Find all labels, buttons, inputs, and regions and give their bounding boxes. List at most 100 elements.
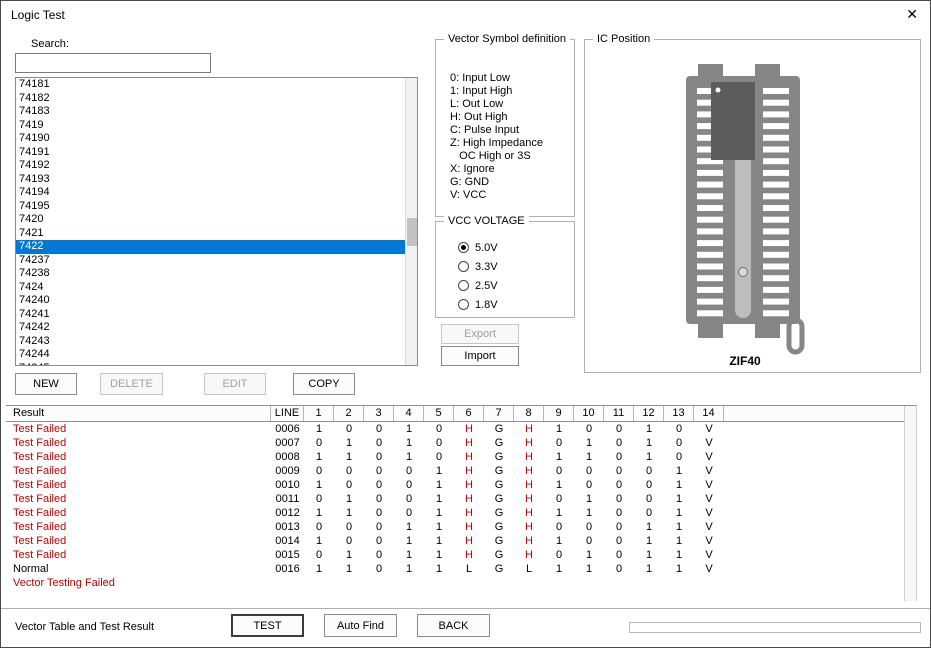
- export-button[interactable]: Export: [441, 324, 519, 344]
- table-row[interactable]: Test Failed 0015 0 1 0 1 1 H G H 0 1 0 1…: [6, 548, 916, 562]
- pin-cell: 0: [555, 549, 563, 561]
- line-cell: 0011: [275, 493, 300, 505]
- list-item[interactable]: 74243: [16, 335, 405, 349]
- list-item[interactable]: 74245: [16, 362, 405, 366]
- test-button[interactable]: TEST: [231, 614, 304, 637]
- part-listbox[interactable]: 74181 74182 74183 7419 74190 74191 74192…: [15, 77, 418, 366]
- pin-cell: 1: [405, 563, 413, 575]
- line-cell: 0012: [275, 507, 300, 519]
- table-row[interactable]: Test Failed 0011 0 1 0 0 1 H G H 0 1 0 0…: [6, 492, 916, 506]
- pin-cell: 1: [405, 535, 413, 547]
- table-row[interactable]: Test Failed 0009 0 0 0 0 1 H G H 0 0 0 0…: [6, 464, 916, 478]
- pin-cell: [304, 576, 334, 590]
- list-item[interactable]: 7424: [16, 281, 405, 295]
- vector-symbol-line: OC High or 3S: [450, 150, 531, 162]
- list-item[interactable]: 7420: [16, 213, 405, 227]
- copy-button[interactable]: COPY: [293, 373, 355, 395]
- table-row[interactable]: Vector Testing Failed: [6, 576, 916, 590]
- column-header[interactable]: 10: [574, 406, 604, 421]
- back-button[interactable]: BACK: [417, 614, 490, 637]
- auto-find-button[interactable]: Auto Find: [324, 614, 397, 637]
- list-item[interactable]: 7421: [16, 227, 405, 241]
- list-item[interactable]: 74242: [16, 321, 405, 335]
- list-item[interactable]: 74190: [16, 132, 405, 146]
- column-header[interactable]: 2: [334, 406, 364, 421]
- table-header[interactable]: Result LINE 1 2 3 4 5 6 7 8 9 10 11 12 1…: [6, 406, 916, 422]
- column-header[interactable]: LINE: [271, 406, 304, 421]
- vector-symbol-line: X: Ignore: [450, 163, 495, 175]
- pin-cell: H: [525, 437, 533, 449]
- list-item[interactable]: 74195: [16, 200, 405, 214]
- list-item[interactable]: 74183: [16, 105, 405, 119]
- radio-icon: [458, 280, 469, 291]
- table-scrollbar[interactable]: [904, 406, 916, 601]
- list-item[interactable]: 74191: [16, 146, 405, 160]
- logic-test-dialog: Logic Test ✕ Search: 74181 74182 74183 7…: [0, 0, 931, 648]
- pin-cell: H: [465, 479, 473, 491]
- table-row[interactable]: Test Failed 0013 0 0 0 1 1 H G H 0 0 0 1…: [6, 520, 916, 534]
- list-item[interactable]: 74238: [16, 267, 405, 281]
- pin-cell: 0: [405, 465, 413, 477]
- vcc-radio-option[interactable]: 5.0V: [458, 238, 574, 257]
- pin-cell: 1: [585, 451, 593, 463]
- column-header[interactable]: 12: [634, 406, 664, 421]
- column-header[interactable]: 13: [664, 406, 694, 421]
- pin-cell: V: [705, 479, 713, 491]
- table-row[interactable]: Test Failed 0006 1 0 0 1 0 H G H 1 0 0 1…: [6, 422, 916, 436]
- list-item[interactable]: 74237: [16, 254, 405, 268]
- column-header[interactable]: 6: [454, 406, 484, 421]
- pin-cell: 1: [315, 535, 323, 547]
- column-header[interactable]: 8: [514, 406, 544, 421]
- pin-cell: 1: [315, 423, 323, 435]
- pin-cell: 1: [585, 507, 593, 519]
- list-scrollbar[interactable]: [405, 78, 417, 365]
- line-cell: 0014: [275, 535, 300, 547]
- vcc-radio-option[interactable]: 3.3V: [458, 257, 574, 276]
- radio-label: 1.8V: [475, 298, 498, 311]
- list-item[interactable]: 74244: [16, 348, 405, 362]
- pin-cell: G: [494, 493, 504, 505]
- search-input[interactable]: [15, 53, 211, 73]
- vector-symbol-line: V: VCC: [450, 189, 487, 201]
- table-row[interactable]: Test Failed 0012 1 1 0 0 1 H G H 1 1 0 0…: [6, 506, 916, 520]
- list-item[interactable]: 7422: [16, 240, 405, 254]
- pin-cell: 1: [555, 563, 563, 575]
- table-row[interactable]: Test Failed 0008 1 1 0 1 0 H G H 1 1 0 1…: [6, 450, 916, 464]
- column-header[interactable]: 11: [604, 406, 634, 421]
- edit-button[interactable]: EDIT: [204, 373, 266, 395]
- pin-cell: 1: [675, 535, 683, 547]
- table-row[interactable]: Test Failed 0007 0 1 0 1 0 H G H 0 1 0 1…: [6, 436, 916, 450]
- list-item[interactable]: 7419: [16, 119, 405, 133]
- list-item[interactable]: 74240: [16, 294, 405, 308]
- table-row[interactable]: Normal 0016 1 1 0 1 1 L G L 1 1 0 1 1 V: [6, 562, 916, 576]
- list-item[interactable]: 74241: [16, 308, 405, 322]
- pin-cell: H: [525, 549, 533, 561]
- column-header[interactable]: 5: [424, 406, 454, 421]
- new-button[interactable]: NEW: [15, 373, 77, 395]
- delete-button[interactable]: DELETE: [100, 373, 163, 395]
- pin-cell: 1: [315, 507, 323, 519]
- list-item[interactable]: 74181: [16, 78, 405, 92]
- column-header[interactable]: 4: [394, 406, 424, 421]
- column-header[interactable]: 7: [484, 406, 514, 421]
- list-item[interactable]: 74194: [16, 186, 405, 200]
- column-header[interactable]: 14: [694, 406, 724, 421]
- scrollbar-thumb[interactable]: [407, 218, 417, 246]
- pin-cell: 0: [555, 493, 563, 505]
- column-header[interactable]: 9: [544, 406, 574, 421]
- list-item[interactable]: 74192: [16, 159, 405, 173]
- list-item[interactable]: 74182: [16, 92, 405, 106]
- table-row[interactable]: Test Failed 0014 1 0 0 1 1 H G H 1 0 0 1…: [6, 534, 916, 548]
- column-header[interactable]: 3: [364, 406, 394, 421]
- column-header[interactable]: Result: [6, 406, 271, 421]
- vcc-radio-option[interactable]: 1.8V: [458, 295, 574, 314]
- vcc-radio-option[interactable]: 2.5V: [458, 276, 574, 295]
- column-header[interactable]: 1: [304, 406, 334, 421]
- import-button[interactable]: Import: [441, 346, 519, 366]
- pin-cell: 1: [435, 563, 443, 575]
- pin-cell: G: [494, 563, 504, 575]
- list-item[interactable]: 74193: [16, 173, 405, 187]
- close-icon[interactable]: ✕: [902, 6, 922, 23]
- window-title: Logic Test: [11, 8, 65, 22]
- table-row[interactable]: Test Failed 0010 1 0 0 0 1 H G H 1 0 0 0…: [6, 478, 916, 492]
